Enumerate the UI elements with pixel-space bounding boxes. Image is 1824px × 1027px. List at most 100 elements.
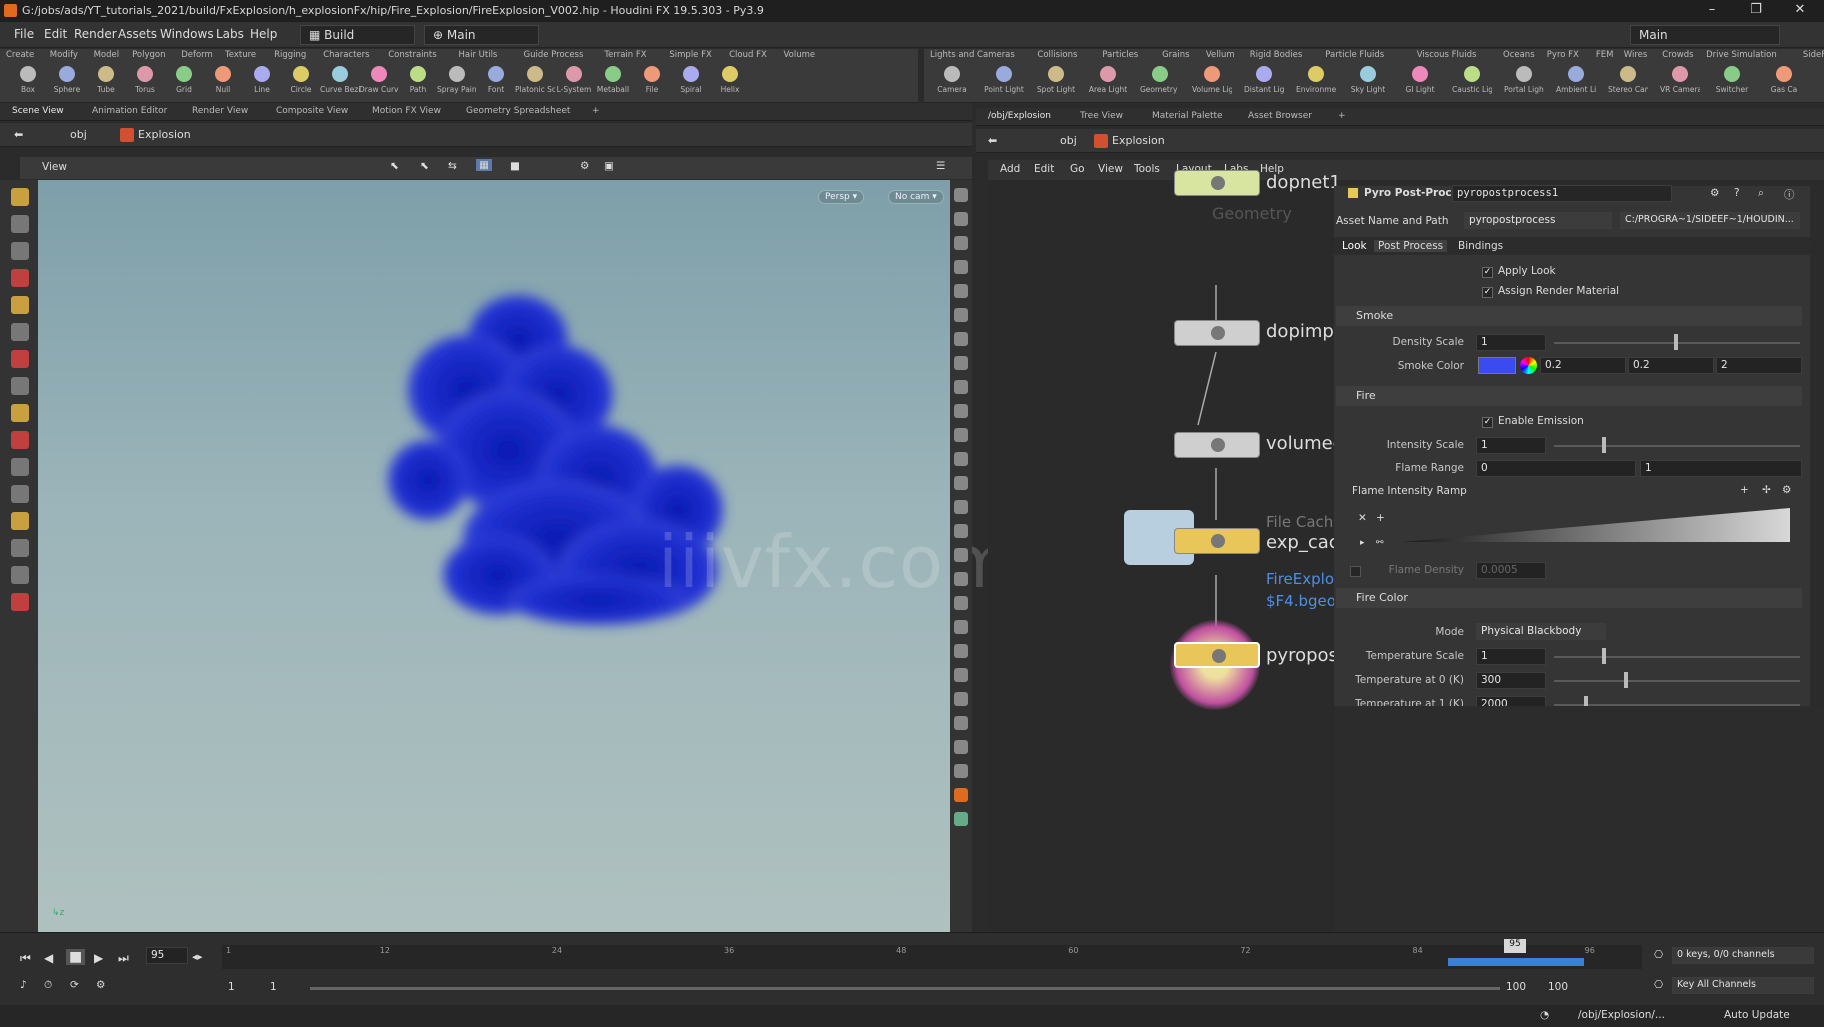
- pose-icon[interactable]: [11, 242, 29, 260]
- tab-render-view[interactable]: Render View: [192, 106, 248, 116]
- handle-icon[interactable]: [11, 539, 29, 557]
- shelf-tool-l-system[interactable]: L-System: [554, 66, 594, 94]
- tab-look[interactable]: Look: [1342, 240, 1367, 252]
- key-all-button[interactable]: Key All Channels: [1672, 977, 1814, 994]
- density-scale-field[interactable]: 1: [1476, 334, 1546, 351]
- shelf-tab-terrain-fx[interactable]: Terrain FX: [604, 50, 646, 60]
- ramp-move-icon[interactable]: ✢: [1762, 484, 1771, 496]
- shelf-tab-crowds[interactable]: Crowds: [1662, 50, 1693, 60]
- shelf-tool-sphere[interactable]: Sphere: [47, 66, 87, 94]
- tab-scene-view[interactable]: Scene View: [12, 106, 64, 116]
- shelf-tab-cloud-fx[interactable]: Cloud FX: [729, 50, 767, 60]
- shelf-tool-distant-light[interactable]: Distant Light: [1244, 66, 1284, 94]
- settings-icon[interactable]: ⚙: [96, 979, 105, 991]
- display-option-icon[interactable]: [954, 284, 968, 298]
- node-volumeconvert[interactable]: [1174, 432, 1260, 458]
- maximize-button[interactable]: ❐: [1736, 2, 1776, 20]
- key-all-icon[interactable]: ⎔: [1654, 979, 1663, 991]
- lasso-icon[interactable]: [11, 458, 29, 476]
- tab-geometry-spreadsheet[interactable]: Geometry Spreadsheet: [466, 106, 570, 116]
- frame-icon[interactable]: ▣: [604, 160, 614, 172]
- menu-file[interactable]: File: [14, 27, 34, 41]
- key-icon[interactable]: ⎔: [1654, 949, 1663, 961]
- tab-motion-fx-view[interactable]: Motion FX View: [372, 106, 441, 116]
- range-start-field[interactable]: 1: [228, 981, 235, 993]
- net-menu-go[interactable]: Go: [1070, 163, 1085, 175]
- display-option-icon[interactable]: [954, 716, 968, 730]
- shelf-tool-point-light[interactable]: Point Light: [984, 66, 1024, 94]
- stop-icon[interactable]: ■: [66, 949, 86, 965]
- display-option-icon[interactable]: [954, 236, 968, 250]
- display-option-icon[interactable]: [954, 380, 968, 394]
- shelf-tab-modify[interactable]: Modify: [50, 50, 78, 60]
- frame-step-icon[interactable]: ◂▸: [192, 951, 203, 963]
- shelf-tab-texture[interactable]: Texture: [225, 50, 256, 60]
- intensity-scale-knob[interactable]: [1602, 437, 1606, 453]
- smoke-color-swatch[interactable]: [1478, 357, 1516, 374]
- shelf-tab-lights-and-cameras[interactable]: Lights and Cameras: [930, 50, 1015, 60]
- shelf-tool-spiral[interactable]: Spiral: [671, 66, 711, 94]
- tab-animation-editor[interactable]: Animation Editor: [92, 106, 167, 116]
- net-menu-edit[interactable]: Edit: [1034, 163, 1054, 175]
- shelf-tool-file[interactable]: File: [632, 66, 672, 94]
- jump-end-icon[interactable]: ⏭: [118, 951, 129, 966]
- temp0-field[interactable]: 300: [1476, 672, 1546, 689]
- path-explosion[interactable]: Explosion: [138, 128, 191, 141]
- temp0-slider[interactable]: [1554, 680, 1800, 682]
- enable-emission-checkbox[interactable]: ✓: [1482, 417, 1493, 428]
- help-icon[interactable]: ?: [1734, 187, 1740, 199]
- timeline-scrubber[interactable]: 95 1 12 24 36 48 60 72 84 96: [222, 939, 1642, 969]
- move-tool-icon[interactable]: ⬉: [420, 160, 429, 172]
- shelf-tab-polygon[interactable]: Polygon: [132, 50, 165, 60]
- shelf-tab-simple-fx[interactable]: Simple FX: [669, 50, 711, 60]
- lock-icon[interactable]: [11, 296, 29, 314]
- tab-composite-view[interactable]: Composite View: [276, 106, 348, 116]
- tab-network-explosion[interactable]: /obj/Explosion: [988, 111, 1051, 121]
- ramp-insert-icon[interactable]: +: [1376, 512, 1385, 524]
- gear-icon[interactable]: ⚙: [1710, 187, 1719, 199]
- intensity-scale-slider[interactable]: [1554, 445, 1800, 447]
- assign-material-checkbox[interactable]: ✓: [1482, 287, 1493, 298]
- auto-update-menu[interactable]: Auto Update: [1724, 1009, 1790, 1021]
- context-selector[interactable]: ⊕ Main: [424, 25, 539, 45]
- persp-menu[interactable]: Persp ▾: [818, 190, 865, 204]
- audio-icon[interactable]: ♪: [20, 979, 27, 991]
- shelf-tool-curve-bezier[interactable]: Curve Bezier: [320, 66, 360, 94]
- display-option-icon[interactable]: [954, 428, 968, 442]
- menu-edit[interactable]: Edit: [44, 27, 67, 41]
- shelf-tab-fem[interactable]: FEM: [1596, 50, 1614, 60]
- display-option-icon[interactable]: [954, 524, 968, 538]
- menu-help[interactable]: Help: [250, 27, 277, 41]
- temp-scale-knob[interactable]: [1602, 648, 1606, 664]
- menu-windows[interactable]: Windows: [160, 27, 214, 41]
- flame-intensity-ramp[interactable]: [1402, 508, 1790, 542]
- path-obj[interactable]: obj: [70, 128, 87, 141]
- asset-name-menu[interactable]: pyropostprocess: [1464, 212, 1612, 229]
- shelf-tool-stereo-camera[interactable]: Stereo Camera: [1608, 66, 1648, 94]
- flame-density-field[interactable]: 0.0005: [1476, 562, 1546, 579]
- sphere-icon[interactable]: [11, 350, 29, 368]
- tab-asset-browser[interactable]: Asset Browser: [1248, 111, 1312, 121]
- fire-color-section-header[interactable]: Fire Color: [1336, 588, 1802, 608]
- tab-material-palette[interactable]: Material Palette: [1152, 111, 1223, 121]
- display-options-icon[interactable]: ☰: [936, 160, 945, 172]
- shelf-tool-circle[interactable]: Circle: [281, 66, 321, 94]
- shelf-tab-grains[interactable]: Grains: [1162, 50, 1189, 60]
- display-option-icon[interactable]: [954, 308, 968, 322]
- shelf-tool-grid[interactable]: Grid: [164, 66, 204, 94]
- ramp-add-icon[interactable]: +: [1740, 484, 1749, 496]
- shelf-tool-geometry-light[interactable]: Geometry Light: [1140, 66, 1180, 94]
- display-option-icon[interactable]: [954, 788, 968, 802]
- shelf-tool-spot-light[interactable]: Spot Light: [1036, 66, 1076, 94]
- shelf-tab-collisions[interactable]: Collisions: [1037, 50, 1077, 60]
- back-arrow-icon[interactable]: ⬅: [14, 128, 23, 141]
- range-end2-field[interactable]: 100: [1548, 981, 1568, 993]
- shelf-tab-characters[interactable]: Characters: [323, 50, 369, 60]
- display-option-icon[interactable]: [954, 188, 968, 202]
- range-start2-field[interactable]: 1: [270, 981, 277, 993]
- net-menu-tools[interactable]: Tools: [1134, 163, 1160, 175]
- display-icon[interactable]: ■: [510, 160, 520, 172]
- display-option-icon[interactable]: [954, 596, 968, 610]
- path-obj[interactable]: obj: [1060, 134, 1077, 147]
- shelf-tab-wires[interactable]: Wires: [1624, 50, 1648, 60]
